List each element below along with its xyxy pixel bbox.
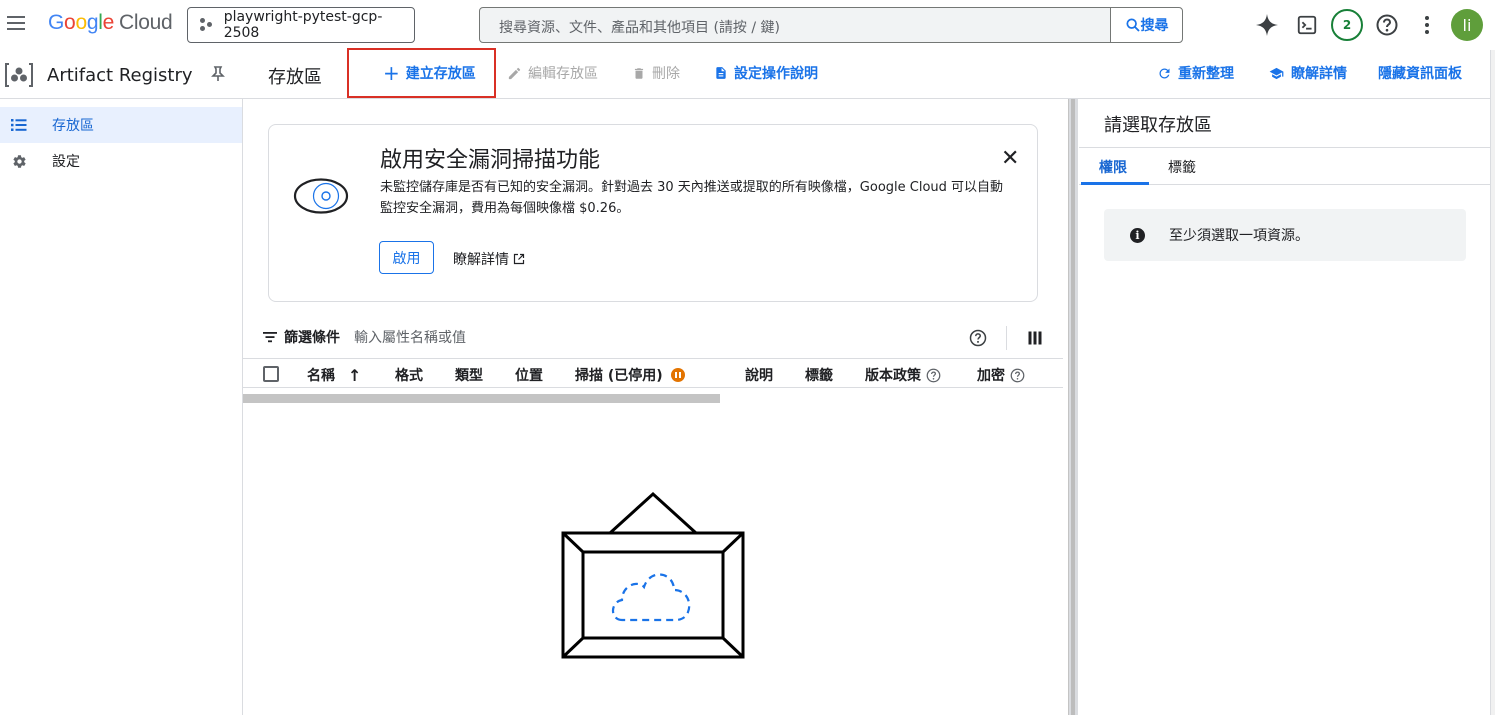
filter-label: 篩選條件 — [284, 330, 340, 346]
filter-input[interactable]: 輸入屬性名稱或值 — [354, 327, 466, 347]
gear-icon — [0, 154, 38, 169]
cloud-shell-icon[interactable] — [1294, 12, 1320, 38]
plus-icon: + — [383, 61, 400, 85]
trash-icon — [634, 67, 644, 79]
more-vert-icon[interactable] — [1414, 12, 1440, 38]
active-tab-indicator — [1081, 182, 1149, 185]
table-header: 名稱 ↑ 格式 類型 位置 掃描 (已停用) 說明 標籤 版本政策 加密 — [243, 358, 1063, 388]
select-all-checkbox[interactable] — [263, 366, 279, 382]
edit-repository-button[interactable]: 編輯存放區 — [507, 63, 598, 83]
project-picker[interactable]: playwright-pytest-gcp-2508 — [187, 7, 415, 43]
column-display-icon[interactable] — [1028, 331, 1042, 345]
account-avatar[interactable]: li — [1451, 9, 1483, 41]
search-bar[interactable]: 搜尋資源、文件、產品和其他項目 (請按 / 鍵) 搜尋 — [479, 7, 1183, 43]
search-button[interactable]: 搜尋 — [1110, 8, 1182, 42]
help-icon[interactable] — [969, 329, 987, 347]
info-icon: i — [1130, 227, 1145, 243]
project-icon — [200, 18, 214, 32]
left-nav: 存放區 設定 — [0, 99, 243, 715]
school-icon — [1269, 67, 1284, 79]
banner-title: 啟用安全漏洞掃描功能 — [380, 148, 601, 173]
column-labels[interactable]: 標籤 — [805, 365, 833, 385]
tab-labels[interactable]: 標籤 — [1168, 157, 1196, 177]
pencil-icon — [508, 67, 521, 79]
menu-icon[interactable] — [5, 12, 27, 34]
external-link-icon — [513, 253, 525, 265]
help-icon[interactable] — [926, 368, 941, 383]
paused-icon — [670, 368, 685, 382]
sidebar-item-settings[interactable]: 設定 — [0, 143, 242, 179]
gemini-icon[interactable] — [1254, 12, 1280, 38]
arrow-up-icon: ↑ — [348, 365, 362, 385]
setup-instructions-button[interactable]: 設定操作說明 — [714, 63, 818, 83]
sidebar-item-repositories[interactable]: 存放區 — [0, 107, 242, 143]
learn-button[interactable]: 瞭解詳情 — [1268, 63, 1347, 83]
artifact-registry-icon — [5, 63, 33, 87]
help-icon[interactable] — [1374, 12, 1400, 38]
document-icon — [716, 67, 726, 79]
filter-bar[interactable]: 篩選條件 輸入屬性名稱或值 — [262, 327, 466, 347]
column-scan[interactable]: 掃描 (已停用) — [575, 365, 685, 385]
refresh-button[interactable]: 重新整理 — [1157, 63, 1234, 83]
column-description[interactable]: 說明 — [745, 365, 773, 385]
create-repository-button[interactable]: + 建立存放區 — [383, 63, 476, 83]
tab-permissions[interactable]: 權限 — [1099, 157, 1127, 177]
info-panel: 請選取存放區 權限 標籤 i 至少須選取一項資源。 — [1079, 99, 1490, 715]
toolbar-divider — [1006, 326, 1007, 350]
panel-resize-handle[interactable] — [1068, 99, 1078, 715]
notifications-badge[interactable]: 2 — [1331, 9, 1363, 41]
product-name: Artifact Registry — [47, 64, 193, 86]
column-version-policy[interactable]: 版本政策 — [865, 365, 941, 385]
info-message: i 至少須選取一項資源。 — [1104, 209, 1466, 261]
empty-state-frame-illustration — [561, 491, 745, 659]
list-icon — [0, 118, 38, 132]
column-format[interactable]: 格式 — [395, 365, 423, 385]
search-icon — [1125, 18, 1140, 32]
column-location[interactable]: 位置 — [515, 365, 543, 385]
info-panel-title: 請選取存放區 — [1104, 115, 1212, 136]
pin-icon[interactable] — [211, 66, 225, 82]
help-icon[interactable] — [1010, 368, 1025, 383]
vulnerability-scanning-banner: 啟用安全漏洞掃描功能 未監控儲存庫是否有已知的安全漏洞。針對過去 30 天內推送… — [268, 124, 1038, 302]
page-title: 存放區 — [268, 67, 322, 88]
project-name: playwright-pytest-gcp-2508 — [223, 9, 383, 41]
close-icon[interactable]: ✕ — [1001, 146, 1019, 171]
column-name[interactable]: 名稱 ↑ — [307, 365, 361, 385]
horizontal-scrollbar[interactable] — [243, 394, 720, 403]
search-input[interactable]: 搜尋資源、文件、產品和其他項目 (請按 / 鍵) — [499, 17, 780, 37]
google-cloud-logo[interactable]: Google Cloud — [48, 11, 173, 35]
eye-scan-icon — [293, 178, 349, 214]
info-panel-tabs: 權限 標籤 — [1079, 147, 1490, 185]
top-bar: Google Cloud playwright-pytest-gcp-2508 搜… — [0, 0, 1495, 50]
banner-description: 未監控儲存庫是否有已知的安全漏洞。針對過去 30 天內推送或提取的所有映像檔，G… — [380, 180, 1004, 216]
product-header: Artifact Registry — [4, 61, 193, 89]
delete-button[interactable]: 刪除 — [632, 63, 680, 83]
learn-more-link[interactable]: 瞭解詳情 — [453, 249, 525, 269]
filter-icon — [263, 332, 277, 343]
refresh-icon — [1159, 68, 1170, 78]
enable-button[interactable]: 啟用 — [379, 241, 434, 274]
column-type[interactable]: 類型 — [455, 365, 483, 385]
window-edge — [1490, 50, 1495, 715]
hide-info-panel-button[interactable]: 隱藏資訊面板 — [1378, 63, 1462, 83]
column-encryption[interactable]: 加密 — [977, 365, 1025, 385]
